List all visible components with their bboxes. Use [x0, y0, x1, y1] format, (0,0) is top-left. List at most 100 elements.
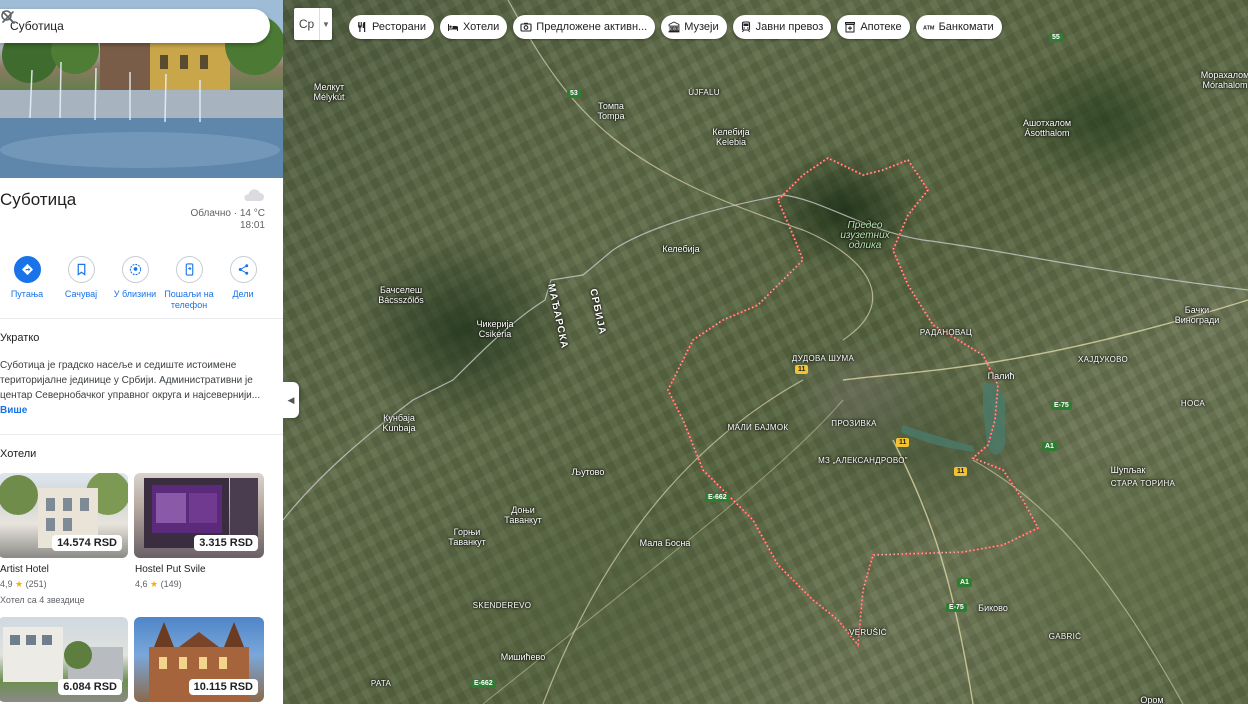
- road: [507, 0, 874, 341]
- map-label-bikovo[interactable]: Биково: [978, 603, 1008, 613]
- hotel-price: 6.084 RSD: [58, 679, 122, 695]
- map-label-nosa[interactable]: НОСА: [1181, 399, 1205, 409]
- map-label-radanovac[interactable]: РАДАНОВАЦ: [920, 328, 972, 338]
- about-text: Суботица је градско насеље и седиште ист…: [0, 358, 270, 418]
- map-label-donji-tavankut[interactable]: Доњи Таванкут: [504, 505, 541, 525]
- clear-search-button[interactable]: [2, 11, 270, 41]
- map-label-csikeria[interactable]: Чикерија Csikéria: [476, 319, 513, 339]
- map-label-asotthalom[interactable]: Ашотхалом Ásotthalom: [1023, 118, 1071, 138]
- chevron-down-icon[interactable]: ▼: [320, 8, 332, 40]
- directions-button[interactable]: Путања: [0, 256, 54, 311]
- hotel-card[interactable]: 6.084 RSD: [0, 617, 128, 702]
- road-shield: 11: [795, 365, 809, 374]
- map-label-ljutovo[interactable]: Љутово: [572, 467, 605, 477]
- chip-label: Јавни превоз: [755, 21, 824, 33]
- chip-label: Музеји: [684, 21, 719, 33]
- map-label-melykut[interactable]: Мелкут Mélykút: [313, 82, 344, 102]
- map-label-supljak[interactable]: Шупљак: [1111, 465, 1146, 475]
- map-label-misicevo[interactable]: Мишићево: [501, 652, 545, 662]
- road-shield: 53: [567, 89, 581, 98]
- hotel-class: Хотел са 4 звездице: [0, 595, 85, 605]
- more-link[interactable]: Више: [0, 405, 27, 416]
- nearby-button[interactable]: У близини: [108, 256, 162, 311]
- map-label-mala-bosna[interactable]: Мала Босна: [640, 538, 691, 548]
- atm-icon: ATM: [923, 21, 935, 33]
- share-icon: [238, 264, 248, 275]
- hotel-name[interactable]: Hostel Put Svile: [135, 564, 206, 575]
- map-label-gornji-tavankut[interactable]: Горњи Таванкут: [448, 527, 485, 547]
- category-chips: Ресторани Хотели Предложене активн... Му…: [349, 15, 1002, 39]
- pharmacy-icon: [844, 21, 856, 33]
- map-label-skenderevo[interactable]: SKENDEREVO: [473, 601, 532, 611]
- road-shield: E-662: [705, 493, 730, 502]
- chip-pharmacies[interactable]: Апотеке: [837, 15, 910, 39]
- map-label-kelebija[interactable]: Келебија: [662, 244, 699, 254]
- museum-icon: [668, 21, 680, 33]
- action-label: Сачувај: [64, 289, 98, 299]
- map-label-dudova-suma[interactable]: ДУДОВА ШУМА: [792, 354, 854, 364]
- place-photo[interactable]: [0, 0, 283, 178]
- map-type-label[interactable]: Ср: [294, 8, 320, 40]
- save-button[interactable]: Сачувај: [54, 256, 108, 311]
- chip-hotels[interactable]: Хотели: [439, 15, 508, 39]
- hotel-name[interactable]: Artist Hotel: [0, 564, 49, 575]
- search-bar[interactable]: [0, 9, 270, 43]
- road-shield: A1: [1042, 442, 1057, 451]
- map-label-pata[interactable]: PATA: [371, 679, 391, 689]
- map-label-kunbaja[interactable]: Кунбаја Kunbaja: [382, 413, 415, 433]
- map-label-palic[interactable]: Палић: [988, 371, 1015, 381]
- chip-atms[interactable]: ATM Банкомати: [915, 15, 1002, 39]
- weather-condition: Облачно · 14 °C: [190, 208, 265, 219]
- place-title: Суботица: [0, 190, 77, 209]
- camera-icon: [520, 21, 532, 33]
- action-label: Пошаљи на телефон: [164, 289, 214, 310]
- hotel-card[interactable]: 14.574 RSD: [0, 473, 128, 558]
- review-count: (149): [160, 579, 182, 589]
- chip-museums[interactable]: Музеји: [661, 15, 727, 39]
- map-label-orom[interactable]: Ором: [1140, 695, 1163, 704]
- hotel-icon: [447, 21, 459, 33]
- map-label-verusic[interactable]: VERUŠIĆ: [849, 628, 887, 638]
- map-label-morahalom[interactable]: Морахалом Mórahalom: [1201, 70, 1248, 90]
- divider: [0, 434, 283, 435]
- chip-label: Ресторани: [372, 21, 426, 33]
- hotel-price: 14.574 RSD: [52, 535, 122, 551]
- map-label-mali-bajmok[interactable]: МАЛИ БАЈМОК: [728, 423, 789, 433]
- map-label-gabric[interactable]: GABRIĆ: [1049, 632, 1081, 642]
- chevron-left-icon: ◀: [287, 394, 295, 405]
- place-panel: Суботица Облачно · 14 °C 18:01 Путања Са…: [0, 0, 283, 704]
- close-icon: [2, 11, 14, 23]
- hotel-rating: 4,9 ★ (251): [0, 579, 47, 590]
- cloud-icon: [244, 189, 264, 201]
- map-label-ujfalu[interactable]: ÚJFALU: [688, 88, 720, 98]
- map-label-stara-torina[interactable]: СТАРА ТОРИНА: [1111, 479, 1175, 489]
- svg-text:ATM: ATM: [923, 26, 935, 32]
- chip-transit[interactable]: Јавни превоз: [732, 15, 832, 39]
- send-to-phone-button[interactable]: Пошаљи на телефон: [162, 256, 216, 311]
- map-type-toggle[interactable]: Ср ▼: [294, 8, 332, 40]
- chip-activities[interactable]: Предложене активн...: [513, 15, 656, 39]
- divider: [0, 318, 283, 319]
- map-label-hajdukovo[interactable]: ХАЈДУКОВО: [1078, 355, 1128, 365]
- map-label-prozivka[interactable]: ПРОЗИВКА: [831, 419, 876, 429]
- map-label-predeo[interactable]: Предео изузетних одлика: [840, 221, 889, 251]
- search-input[interactable]: [0, 19, 210, 33]
- action-label: Дели: [232, 289, 254, 299]
- search-button[interactable]: [1, 10, 240, 41]
- road: [892, 439, 974, 704]
- collapse-panel-button[interactable]: ◀: [283, 382, 299, 418]
- about-body: Суботица је градско насеље и седиште ист…: [0, 360, 261, 401]
- map-label-aleksandrovo[interactable]: МЗ „АЛЕКСАНДРОВО": [818, 456, 908, 466]
- chip-restaurants[interactable]: Ресторани: [349, 15, 434, 39]
- map-label-bacsszolos[interactable]: Бачселеш Bácsszőlős: [378, 285, 424, 305]
- hotel-card[interactable]: 3.315 RSD: [134, 473, 264, 558]
- share-button[interactable]: Дели: [216, 256, 270, 311]
- transit-icon: [740, 21, 752, 33]
- send-to-phone-icon: [185, 263, 193, 276]
- map-label-tompa[interactable]: Томпа Tompa: [597, 101, 624, 121]
- map-label-backi-vinogradi[interactable]: Бачки Виногради: [1175, 305, 1220, 325]
- map-label-kelebija-hu[interactable]: Келебија Kelebia: [712, 127, 749, 147]
- hotel-card[interactable]: 10.115 RSD: [134, 617, 264, 702]
- restaurant-icon: [356, 21, 368, 33]
- satellite-map[interactable]: Мелкут Mélykút Томпа Tompa ÚJFALU Келеби…: [283, 0, 1248, 704]
